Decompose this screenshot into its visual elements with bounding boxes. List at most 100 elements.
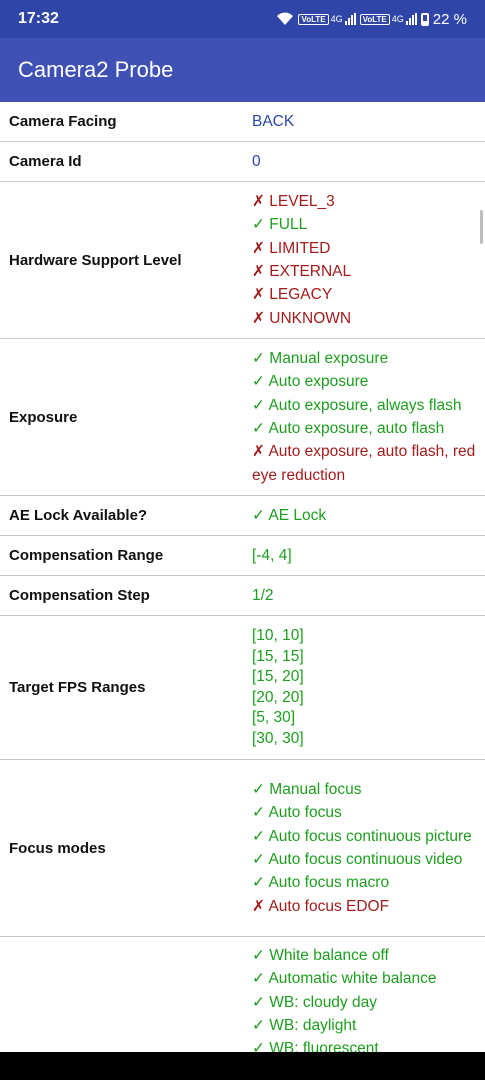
row-label: Compensation Range: [9, 547, 164, 564]
check-icon: ✓: [252, 874, 269, 892]
battery-level: 22 %: [432, 10, 467, 28]
capability-label: Manual focus: [269, 781, 362, 799]
row-camera-id: Camera Id 0: [0, 142, 485, 182]
row-label: Compensation Step: [9, 587, 150, 604]
capability-item: ✓ FULL: [252, 213, 477, 236]
cross-icon: ✗: [252, 193, 270, 211]
check-icon: ✓: [252, 947, 270, 964]
capability-item: ✓ Auto focus: [252, 801, 477, 824]
row-label: Camera Facing: [9, 113, 117, 130]
network-type: 4G: [330, 14, 343, 24]
fps-range: [30, 30]: [252, 729, 304, 747]
check-icon: ✓: [252, 1016, 270, 1034]
row-focus-modes: Focus modes ✓ Manual focus ✓ Auto focus …: [0, 760, 485, 937]
capability-label: LEVEL_3: [269, 193, 335, 211]
volte-badge: VoLTE: [298, 13, 329, 25]
cross-icon: ✗: [252, 239, 270, 257]
row-compensation-step: Compensation Step 1/2: [0, 576, 485, 616]
capability-label: Auto exposure, always flash: [268, 396, 462, 414]
app-bar: Camera2 Probe: [0, 38, 485, 102]
capability-item: ✓ WB: cloudy day: [252, 991, 477, 1014]
capability-label: AE Lock: [268, 506, 327, 524]
volte-badge: VoLTE: [359, 13, 390, 25]
fps-range: [10, 10]: [252, 627, 304, 644]
sim1-signal: VoLTE 4G: [298, 13, 356, 25]
row-target-fps-ranges: Target FPS Ranges [10, 10] [15, 15] [15,…: [0, 616, 485, 760]
capability-label: Automatic white balance: [268, 970, 437, 988]
capability-item: ✗ LIMITED: [252, 237, 477, 260]
check-icon: ✓: [252, 350, 270, 368]
capability-label: FULL: [269, 216, 308, 234]
capability-label: UNKNOWN: [269, 309, 352, 327]
row-compensation-range: Compensation Range [-4, 4]: [0, 536, 485, 576]
cross-icon: ✗: [252, 309, 270, 327]
row-value: [10, 10] [15, 15] [15, 20] [20, 20] [5, …: [243, 616, 485, 759]
status-time: 17:32: [18, 10, 59, 27]
check-icon: ✓: [252, 851, 269, 868]
check-icon: ✓: [252, 781, 270, 799]
capability-label: Auto focus continuous video: [268, 851, 463, 868]
row-label: Target FPS Ranges: [9, 679, 146, 696]
capability-item: ✗ LEGACY: [252, 283, 477, 306]
status-bar: 17:32 VoLTE 4G VoLTE 4G 22 %: [0, 0, 485, 38]
capability-item: ✓ Manual exposure: [252, 347, 477, 370]
scrollbar-thumb[interactable]: [480, 210, 483, 244]
row-label: Camera Id: [9, 153, 82, 170]
row-ae-lock: AE Lock Available? ✓ AE Lock: [0, 496, 485, 536]
capability-label: White balance off: [269, 947, 389, 964]
row-exposure: Exposure ✓ Manual exposure ✓ Auto exposu…: [0, 339, 485, 496]
check-icon: ✓: [252, 216, 270, 234]
capability-label: Auto focus EDOF: [268, 897, 390, 915]
capability-item: ✓ Auto exposure, always flash: [252, 394, 477, 417]
check-icon: ✓: [252, 827, 269, 845]
check-icon: ✓: [252, 993, 270, 1011]
capability-item: ✗ LEVEL_3: [252, 190, 477, 213]
cross-icon: ✗: [252, 443, 269, 461]
fps-range: [5, 30]: [252, 709, 296, 726]
row-value: BACK: [252, 112, 295, 130]
navigation-bar: [0, 1052, 485, 1080]
capability-item: ✓ Auto focus macro: [252, 871, 477, 894]
network-type: 4G: [391, 14, 404, 24]
row-value: ✓ Manual exposure ✓ Auto exposure ✓ Auto…: [243, 339, 485, 495]
capability-item: ✓ Auto focus continuous picture: [252, 825, 477, 848]
row-label: Focus modes: [9, 839, 106, 857]
capability-item: ✗ EXTERNAL: [252, 260, 477, 283]
capability-label: Auto exposure: [268, 373, 369, 391]
row-value: ✗ LEVEL_3 ✓ FULL ✗ LIMITED ✗ EXTERNAL ✗ …: [243, 182, 485, 338]
capability-label: LEGACY: [269, 286, 333, 304]
capability-item: ✗ Auto exposure, auto flash, red eye red…: [252, 440, 477, 487]
capability-item: ✗ Auto focus EDOF: [252, 895, 477, 918]
capability-label: EXTERNAL: [269, 263, 352, 280]
capability-item: ✗ UNKNOWN: [252, 307, 477, 330]
capability-label: WB: daylight: [269, 1016, 357, 1034]
fps-range: [20, 20]: [252, 688, 304, 706]
capability-item: ✓ AE Lock: [252, 504, 477, 527]
row-label: AE Lock Available?: [9, 507, 148, 524]
capability-label: Manual exposure: [269, 350, 389, 368]
row-hardware-support-level: Hardware Support Level ✗ LEVEL_3 ✓ FULL …: [0, 182, 485, 339]
status-indicators: VoLTE 4G VoLTE 4G 22 %: [276, 11, 467, 28]
check-icon: ✓: [252, 373, 269, 391]
check-icon: ✓: [252, 396, 269, 414]
row-value: ✓ AE Lock: [243, 496, 485, 535]
fps-range: [15, 20]: [252, 668, 304, 685]
camera-properties-list[interactable]: Camera Facing BACK Camera Id 0 Hardware …: [0, 102, 485, 1077]
wifi-icon: [276, 12, 294, 26]
capability-label: Auto exposure, auto flash, red eye reduc…: [252, 443, 476, 484]
check-icon: ✓: [252, 804, 269, 822]
check-icon: ✓: [252, 970, 269, 988]
capability-item: ✓ Auto exposure: [252, 370, 477, 393]
row-camera-facing: Camera Facing BACK: [0, 102, 485, 142]
signal-icon: [405, 13, 417, 25]
battery-icon: [420, 12, 429, 26]
capability-label: WB: cloudy day: [269, 993, 377, 1011]
capability-label: Auto focus continuous picture: [268, 827, 472, 845]
row-value: [-4, 4]: [252, 546, 292, 564]
row-label: Hardware Support Level: [9, 251, 182, 269]
cross-icon: ✗: [252, 263, 270, 280]
capability-label: Auto focus: [268, 804, 342, 822]
row-value: ✓ Manual focus ✓ Auto focus ✓ Auto focus…: [243, 760, 485, 936]
row-label: Exposure: [9, 408, 78, 426]
signal-icon: [344, 13, 356, 25]
